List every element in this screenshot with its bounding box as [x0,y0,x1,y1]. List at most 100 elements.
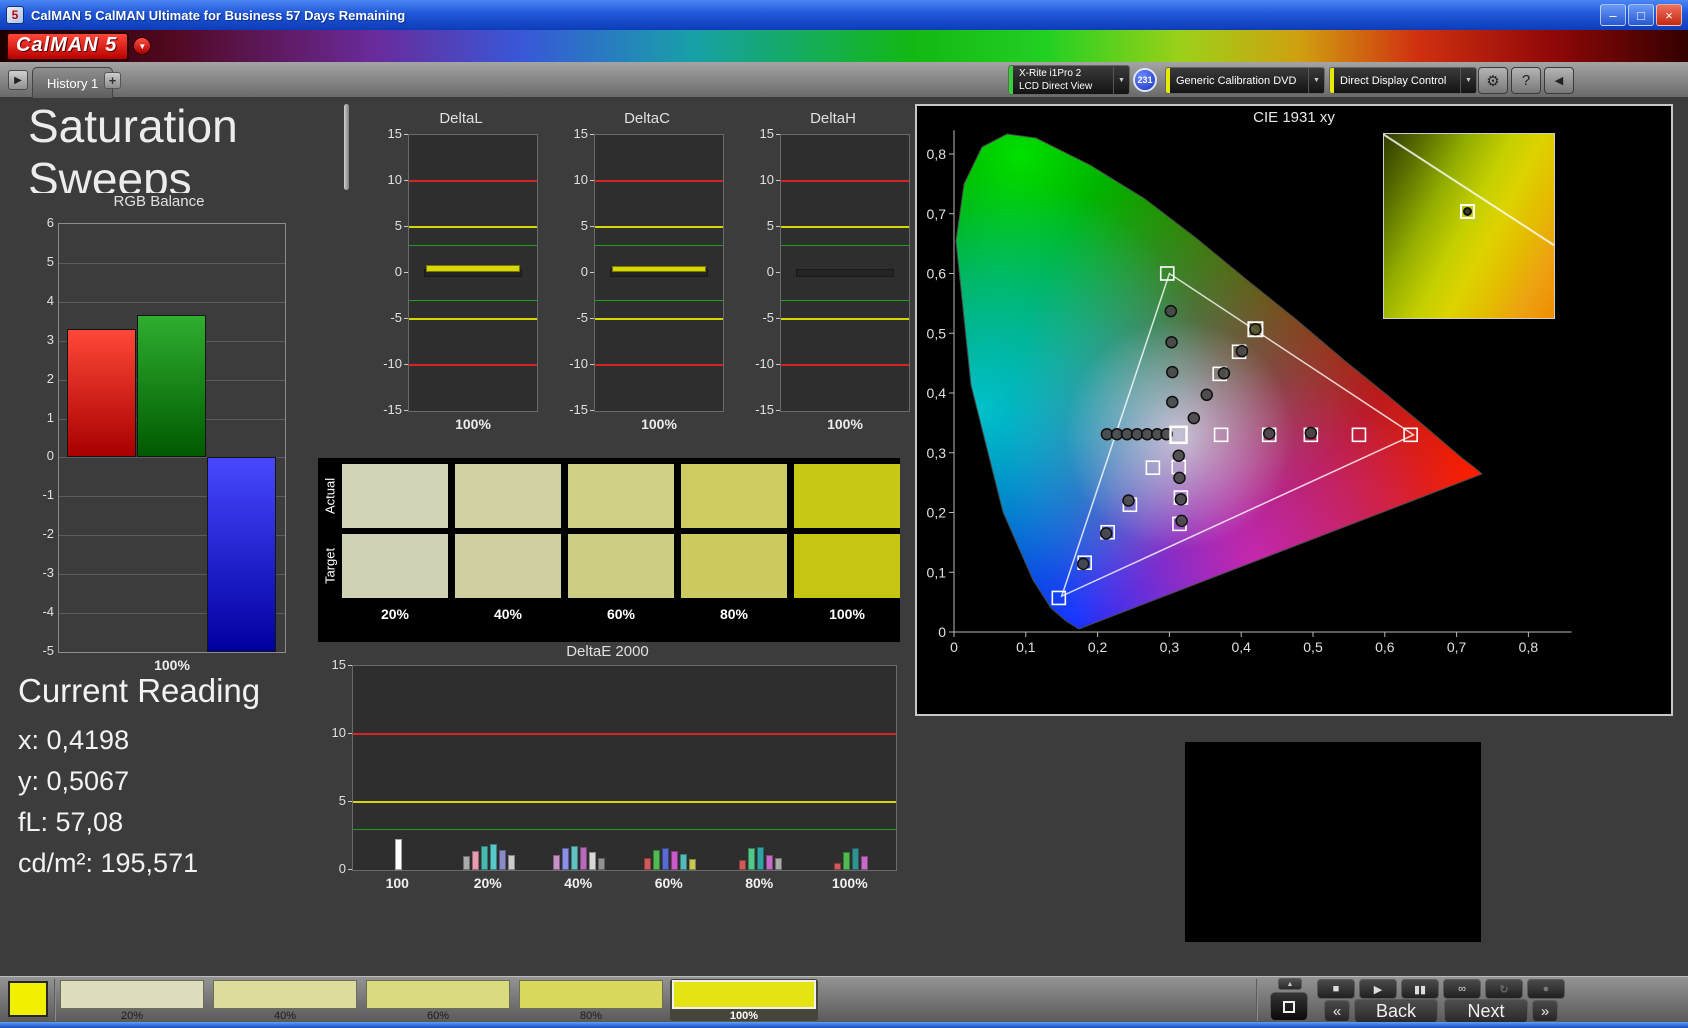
loop-button[interactable]: ∞ [1443,979,1481,999]
y-tick-label: 0 [581,264,588,279]
cie-measured-circle [1167,367,1178,378]
rgb-balance-chart: RGB Balance 6543210-1-2-3-4-5 100% [28,193,290,675]
gear-icon[interactable]: ⚙ [1478,67,1508,94]
swatch-label: 100% [670,1010,818,1022]
y-tick-label: 0 [47,448,54,463]
cie-x-tick-label: 0,6 [1375,639,1395,655]
y-tick-label: -15 [569,402,588,417]
tab-history-1[interactable]: History 1 [32,67,113,98]
reading-fl: fL: 57,08 [18,802,260,843]
bar-slot [796,269,893,277]
threshold-line [353,829,896,830]
display-control-dropdown[interactable]: Direct Display Control ▼ [1329,67,1477,94]
taskbar-edge [0,1022,1688,1028]
deltae-bar [580,847,587,870]
y-tick-label: 10 [332,725,346,740]
back-button[interactable]: Back [1354,999,1438,1023]
swatch-column-label: 40% [455,606,561,622]
deltae-bar [775,858,782,870]
swatch-actual-60% [568,464,674,528]
deltae-bar [766,855,773,870]
cie-measured-circle [1236,346,1247,357]
stop-button[interactable]: ■ [1317,979,1355,999]
cie-y-tick-label: 0,8 [927,146,947,162]
tab-nav-button[interactable]: ▶ [8,70,28,90]
cie-measured-circle [1264,428,1275,439]
logo-dropdown-icon[interactable]: ▼ [133,37,151,55]
chevron-down-icon[interactable]: ▼ [1113,66,1129,94]
calman-logo-text: CalMAN 5 [6,32,129,61]
play-button[interactable]: ▶ [1359,979,1397,999]
minimize-button[interactable]: – [1600,4,1626,26]
window-titlebar: 5 CalMAN 5 CalMAN Ultimate for Business … [0,0,1688,30]
meter-dropdown[interactable]: X-Rite i1Pro 2 LCD Direct View ▼ [1008,65,1130,95]
pause-button[interactable]: ▮▮ [1401,979,1439,999]
delta-yaxis: 151050-5-10-15 [744,134,780,412]
bottom-swatch-40%[interactable]: 40% [211,979,359,1021]
swatch-target-20% [342,534,448,598]
calman-logo[interactable]: CalMAN 5 ▼ [6,32,151,60]
deltae-bar [598,858,605,870]
source-dropdown[interactable]: Generic Calibration DVD ▼ [1165,67,1325,94]
back-chevron-button[interactable]: « [1324,1000,1350,1022]
y-tick-label: 5 [395,218,402,233]
deltae-plot [352,665,897,871]
swatch-actual-20% [342,464,448,528]
cie-y-tick-label: 0,6 [927,266,947,282]
y-tick-label: 10 [388,172,402,187]
meter-count-badge[interactable]: 231 [1133,68,1157,92]
threshold-line [595,318,723,320]
cie-1931-chart: CIE 1931 xy [915,104,1673,716]
deltae-group-label: 60% [624,875,715,891]
blue-bar [207,457,276,652]
threshold-line [409,180,537,182]
cie-x-tick-label: 0,1 [1016,639,1036,655]
rgb-balance-plot [58,223,286,653]
threshold-line [595,180,723,182]
cie-x-tick-label: 0,3 [1160,639,1180,655]
actual-row-label: Actual [320,464,340,528]
next-chevron-button[interactable]: » [1532,1000,1558,1022]
deltae-group-label: 80% [714,875,805,891]
y-tick-label: 15 [574,126,588,141]
y-tick-label: -2 [42,526,54,541]
next-button[interactable]: Next [1444,999,1528,1023]
green-bar [137,315,206,457]
deltae-bar [834,863,841,870]
bottom-swatch-80%[interactable]: 80% [517,979,665,1021]
close-button[interactable]: × [1656,4,1682,26]
bottom-swatch-60%[interactable]: 60% [364,979,512,1021]
record-button[interactable]: ● [1527,979,1565,999]
deltae-bar [499,850,506,870]
rgb-balance-yaxis: 6543210-1-2-3-4-5 [30,223,58,653]
deltae-group-label: 40% [533,875,624,891]
swatch-actual-40% [455,464,561,528]
deltae-bar [748,848,755,870]
threshold-line [781,364,909,366]
deltae-bar [653,850,660,870]
refresh-button[interactable]: ↻ [1485,979,1523,999]
swatch-actual-80% [681,464,787,528]
delta-scrollbar-thumb[interactable] [344,104,349,190]
bottom-swatch-100%[interactable]: 100% [670,979,818,1021]
help-icon[interactable]: ? [1511,67,1541,94]
cie-y-tick-label: 0,5 [927,325,947,341]
bottom-swatch-20%[interactable]: 20% [58,979,206,1021]
maximize-button[interactable]: □ [1628,4,1654,26]
y-tick-label: -10 [383,356,402,371]
add-tab-button[interactable]: + [104,72,121,89]
calman-window: 5 CalMAN 5 CalMAN Ultimate for Business … [0,0,1688,1028]
swatch-column-label: 60% [568,606,674,622]
app-icon: 5 [6,6,24,24]
chevron-down-icon[interactable]: ▼ [1308,68,1324,93]
cie-measured-circle [1123,495,1134,506]
swatch-column-label: 80% [681,606,787,622]
deltae-bar [689,859,696,870]
current-reading: Current Reading x: 0,4198 y: 0,5067 fL: … [18,672,260,884]
collapse-icon[interactable]: ◀ [1544,67,1574,94]
deltae-xlabels: 10020%40%60%80%100% [352,875,897,893]
deltae-bar [553,855,560,870]
chevron-down-icon[interactable]: ▼ [1460,68,1476,93]
delta-xlabel: 100% [594,416,724,432]
cie-measured-circle [1174,472,1185,483]
